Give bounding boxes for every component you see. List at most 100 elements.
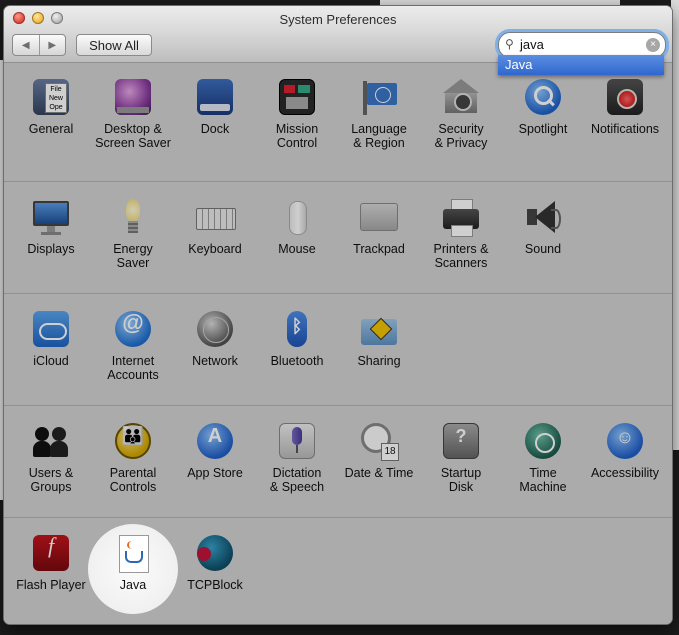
pref-label: Energy Saver — [113, 242, 153, 270]
pref-label: Trackpad — [353, 242, 405, 256]
pref-general[interactable]: File New Ope General — [10, 77, 92, 136]
pref-label: Accessibility — [590, 466, 660, 480]
pref-mission-control[interactable]: Mission Control — [256, 77, 338, 150]
pref-time-machine[interactable]: Time Machine — [502, 421, 584, 494]
pref-users-groups[interactable]: Users & Groups — [10, 421, 92, 494]
mouse-icon — [277, 197, 317, 237]
pref-label: TCPBlock — [187, 578, 243, 592]
pref-app-store[interactable]: A App Store — [174, 421, 256, 480]
pref-desktop-screen-saver[interactable]: Desktop & Screen Saver — [92, 77, 174, 150]
pref-label: Java — [119, 578, 147, 592]
pref-label: Mission Control — [275, 122, 319, 150]
pref-label: Bluetooth — [270, 354, 324, 368]
un-flag-icon — [359, 77, 399, 117]
pref-language-region[interactable]: Language & Region — [338, 77, 420, 150]
house-lock-icon — [441, 77, 481, 117]
forward-button[interactable]: ▶ — [38, 35, 66, 55]
java-cup-icon — [113, 533, 153, 573]
pref-energy-saver[interactable]: Energy Saver — [92, 197, 174, 270]
pref-label: Sound — [524, 242, 562, 256]
pref-accessibility[interactable]: ☺ Accessibility — [584, 421, 666, 480]
pref-mouse[interactable]: Mouse — [256, 197, 338, 256]
trackpad-icon — [359, 197, 399, 237]
pref-label: Users & Groups — [28, 466, 74, 494]
time-machine-icon — [523, 421, 563, 461]
pref-label: Printers & Scanners — [433, 242, 489, 270]
forward-arrow-icon: ▶ — [48, 39, 57, 51]
pref-dictation-speech[interactable]: Dictation & Speech — [256, 421, 338, 494]
preferences-grid: File New Ope General Desktop & Screen Saver D… — [4, 63, 672, 624]
pref-label: iCloud — [33, 354, 69, 368]
pref-label: Parental Controls — [109, 466, 157, 494]
window-title: System Preferences — [279, 12, 397, 27]
search-suggestion-java[interactable]: Java — [498, 55, 664, 75]
pref-label: Flash Player — [16, 578, 86, 592]
flash-icon: f — [31, 533, 71, 573]
pref-displays[interactable]: Displays — [10, 197, 92, 256]
back-button[interactable]: ◀ — [13, 35, 39, 55]
notifications-icon — [605, 77, 645, 117]
cloud-icon — [31, 309, 71, 349]
pref-java[interactable]: Java — [92, 533, 174, 592]
pref-label: Network — [192, 354, 238, 368]
dock-icon — [195, 77, 235, 117]
system-preferences-window: System Preferences ◀ ▶ Show All ⚲ java ×… — [4, 6, 672, 624]
pref-trackpad[interactable]: Trackpad — [338, 197, 420, 256]
accessibility-icon: ☺ — [605, 421, 645, 461]
pref-notifications[interactable]: Notifications — [584, 77, 666, 136]
pref-label: Spotlight — [518, 122, 568, 136]
pref-label: General — [28, 122, 74, 136]
bluetooth-icon: ᛒ — [277, 309, 317, 349]
pref-label: Time Machine — [519, 466, 567, 494]
bulb-icon — [113, 197, 153, 237]
pref-network[interactable]: Network — [174, 309, 256, 368]
back-forward-control: ◀ ▶ — [12, 34, 66, 56]
app-store-icon: A — [195, 421, 235, 461]
clear-search-icon[interactable]: × — [646, 38, 660, 52]
pref-sound[interactable]: Sound — [502, 197, 584, 256]
general-icon: File New Ope — [31, 77, 71, 117]
search-icon: ⚲ — [505, 37, 514, 51]
clock-calendar-icon: 18 — [359, 421, 399, 461]
pref-label: Notifications — [590, 122, 660, 136]
back-arrow-icon: ◀ — [21, 39, 30, 51]
pref-flash-player[interactable]: f Flash Player — [10, 533, 92, 593]
pref-label: Language & Region — [351, 122, 407, 150]
pref-label: Security & Privacy — [434, 122, 488, 150]
magnifier-icon — [523, 77, 563, 117]
pref-label: Date & Time — [344, 466, 414, 480]
printer-icon — [441, 197, 481, 237]
search-input-value[interactable]: java — [520, 37, 544, 52]
pref-label: App Store — [187, 466, 243, 480]
pref-internet-accounts[interactable]: @ Internet Accounts — [92, 309, 174, 382]
tcpblock-globe-icon — [195, 533, 235, 573]
pref-tcpblock[interactable]: TCPBlock — [174, 533, 256, 592]
pref-icloud[interactable]: iCloud — [10, 309, 92, 368]
users-icon — [31, 421, 71, 461]
pref-startup-disk[interactable]: ? Startup Disk — [420, 421, 502, 494]
pref-keyboard[interactable]: Keyboard — [174, 197, 256, 256]
pref-spotlight[interactable]: Spotlight — [502, 77, 584, 136]
pref-printers-scanners[interactable]: Printers & Scanners — [420, 197, 502, 270]
globe-icon — [195, 309, 235, 349]
pref-label: Mouse — [278, 242, 316, 256]
pref-label: Internet Accounts — [107, 354, 159, 382]
show-all-button[interactable]: Show All — [76, 34, 152, 56]
speaker-icon — [523, 197, 563, 237]
pref-label: Keyboard — [188, 242, 242, 256]
pref-parental-controls[interactable]: 👪 Parental Controls — [92, 421, 174, 494]
at-sign-icon: @ — [113, 309, 153, 349]
folder-sign-icon — [359, 309, 399, 349]
mission-control-icon — [277, 77, 317, 117]
desktop-icon — [113, 77, 153, 117]
pref-date-time[interactable]: 18 Date & Time — [338, 421, 420, 480]
pref-bluetooth[interactable]: ᛒ Bluetooth — [256, 309, 338, 368]
pref-label: Displays — [27, 242, 75, 256]
pref-label: Startup Disk — [440, 466, 482, 494]
pref-label: Sharing — [357, 354, 401, 368]
monitor-icon — [31, 197, 71, 237]
pref-dock[interactable]: Dock — [174, 77, 256, 136]
pref-sharing[interactable]: Sharing — [338, 309, 420, 368]
pref-label: Dictation & Speech — [269, 466, 325, 494]
pref-security-privacy[interactable]: Security & Privacy — [420, 77, 502, 150]
